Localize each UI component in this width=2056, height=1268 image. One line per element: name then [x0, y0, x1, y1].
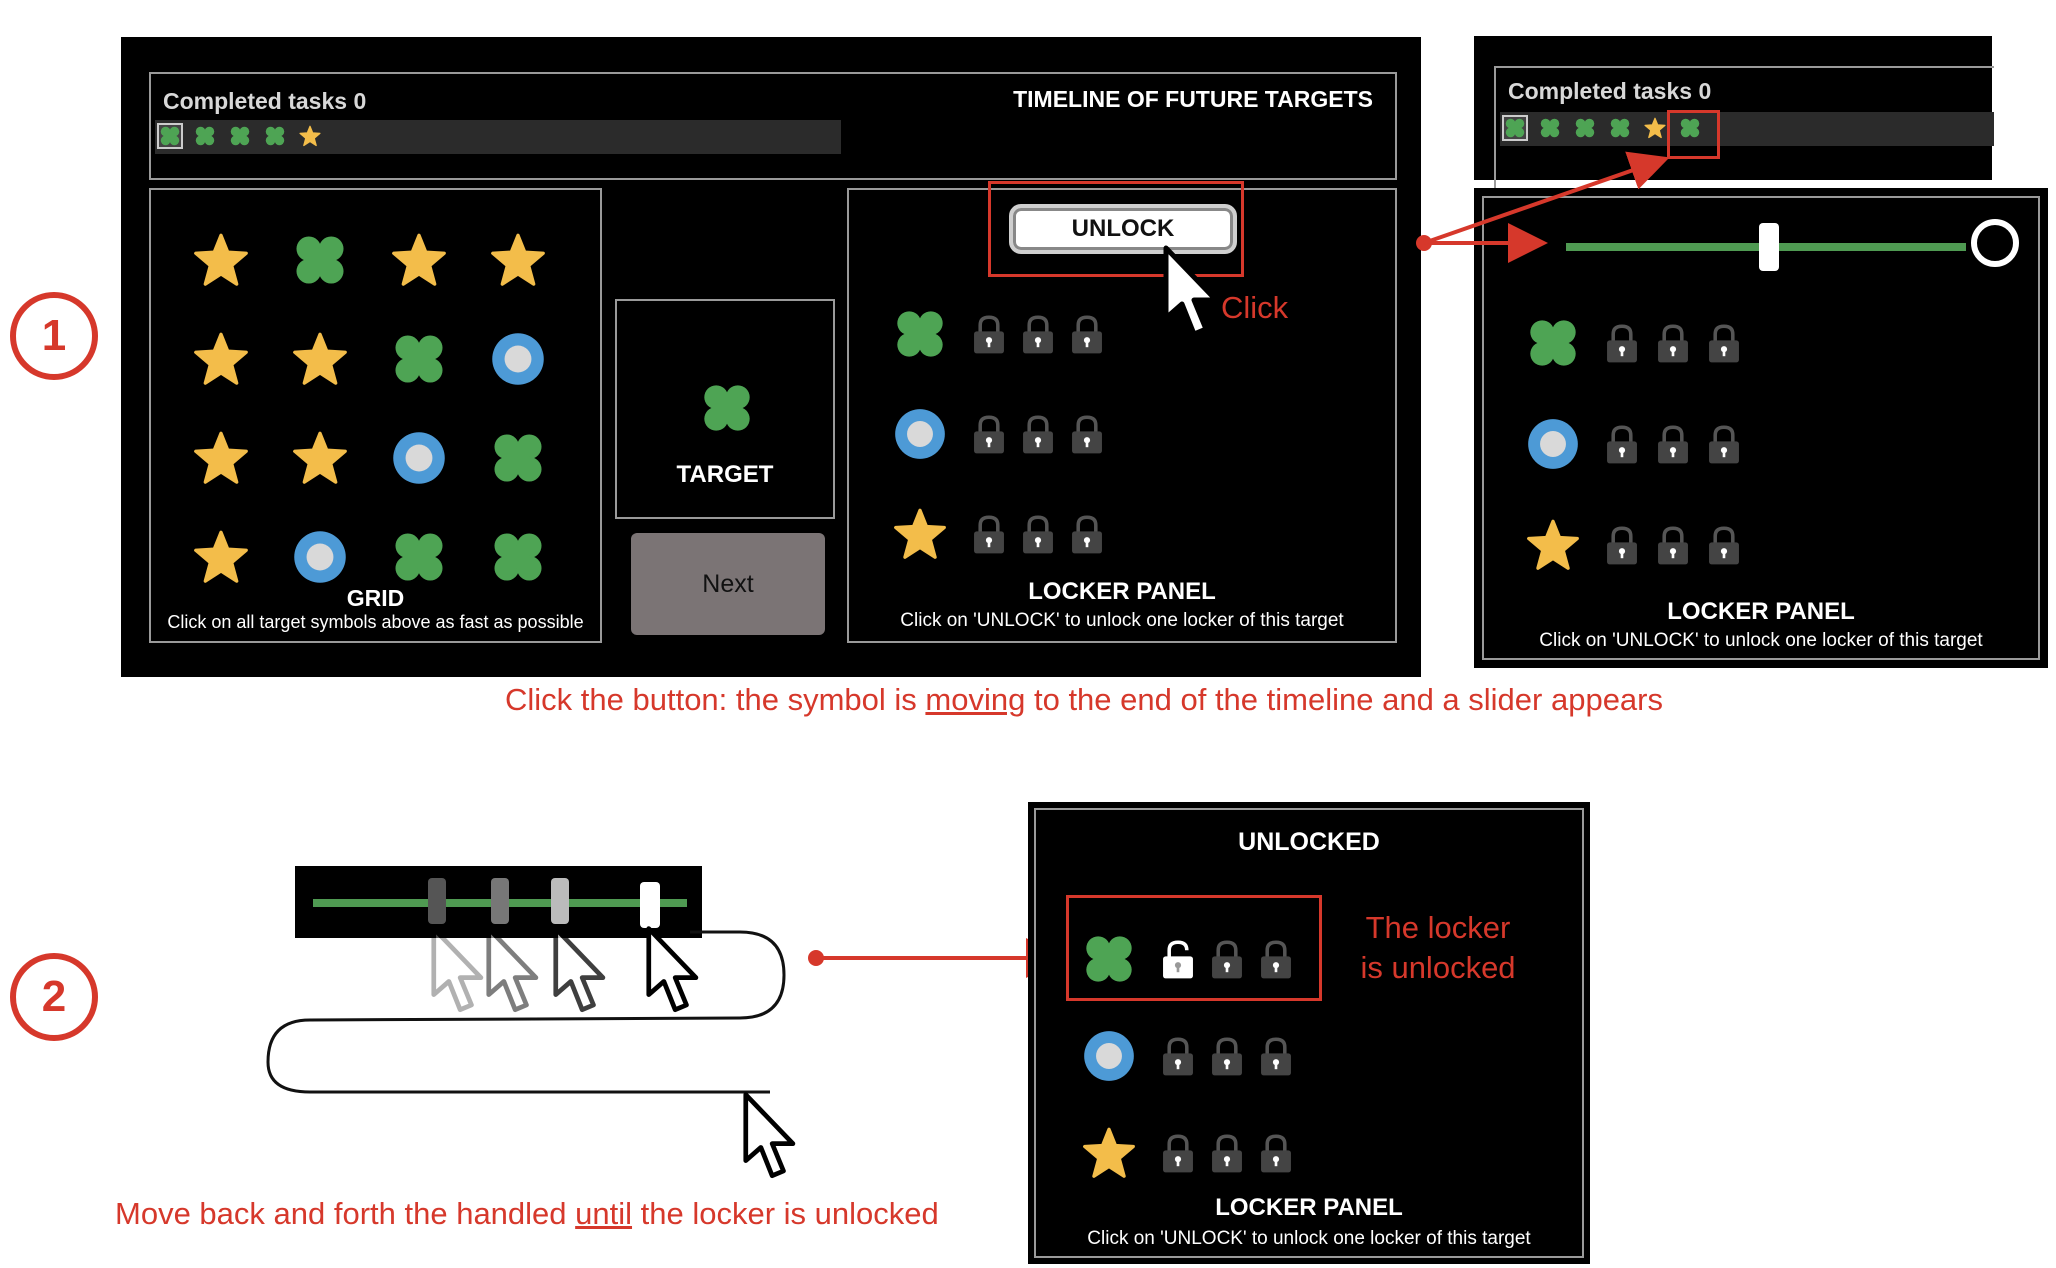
- unlocked-locker-title: LOCKER PANEL: [1215, 1194, 1403, 1221]
- locker-row-star-icon: [1082, 1126, 1136, 1180]
- cursor-active-icon: [645, 922, 711, 1022]
- unlocked-locker-panel: UNLOCKED LOCKER PANEL Click on 'UNLOCK' …: [1034, 808, 1584, 1258]
- lock-icon: [1254, 1034, 1298, 1078]
- unlocked-annotation-line-1: The locker: [1365, 910, 1511, 945]
- lock-icon: [1205, 1131, 1249, 1175]
- caption-step-2: Move back and forth the handled until th…: [115, 1196, 939, 1232]
- caption-2-after: the locker is unlocked: [632, 1196, 939, 1231]
- lock-icon: [1205, 1034, 1249, 1078]
- cursor-end-icon: [742, 1088, 808, 1188]
- unlocked-row-highlight-box: [1066, 895, 1322, 1001]
- caption-2-before: Move back and forth the handled: [115, 1196, 576, 1231]
- lock-icon: [1156, 1034, 1200, 1078]
- unlocked-annotation-line-2: is unlocked: [1360, 950, 1516, 985]
- unlocked-annotation: The locker is unlocked: [1328, 908, 1548, 988]
- cursor-ghost-2-icon: [485, 922, 551, 1022]
- unlocked-locker-instruction: Click on 'UNLOCK' to unlock one locker o…: [1087, 1228, 1531, 1249]
- locker-row-circle-icon: [1082, 1029, 1136, 1083]
- unlocked-screenshot: UNLOCKED LOCKER PANEL Click on 'UNLOCK' …: [1028, 802, 1590, 1264]
- lock-icon: [1156, 1131, 1200, 1175]
- unlocked-title: UNLOCKED: [1238, 828, 1380, 856]
- lock-icon: [1254, 1131, 1298, 1175]
- caption-2-underlined: until: [575, 1196, 633, 1231]
- cursor-ghost-3-icon: [552, 922, 618, 1022]
